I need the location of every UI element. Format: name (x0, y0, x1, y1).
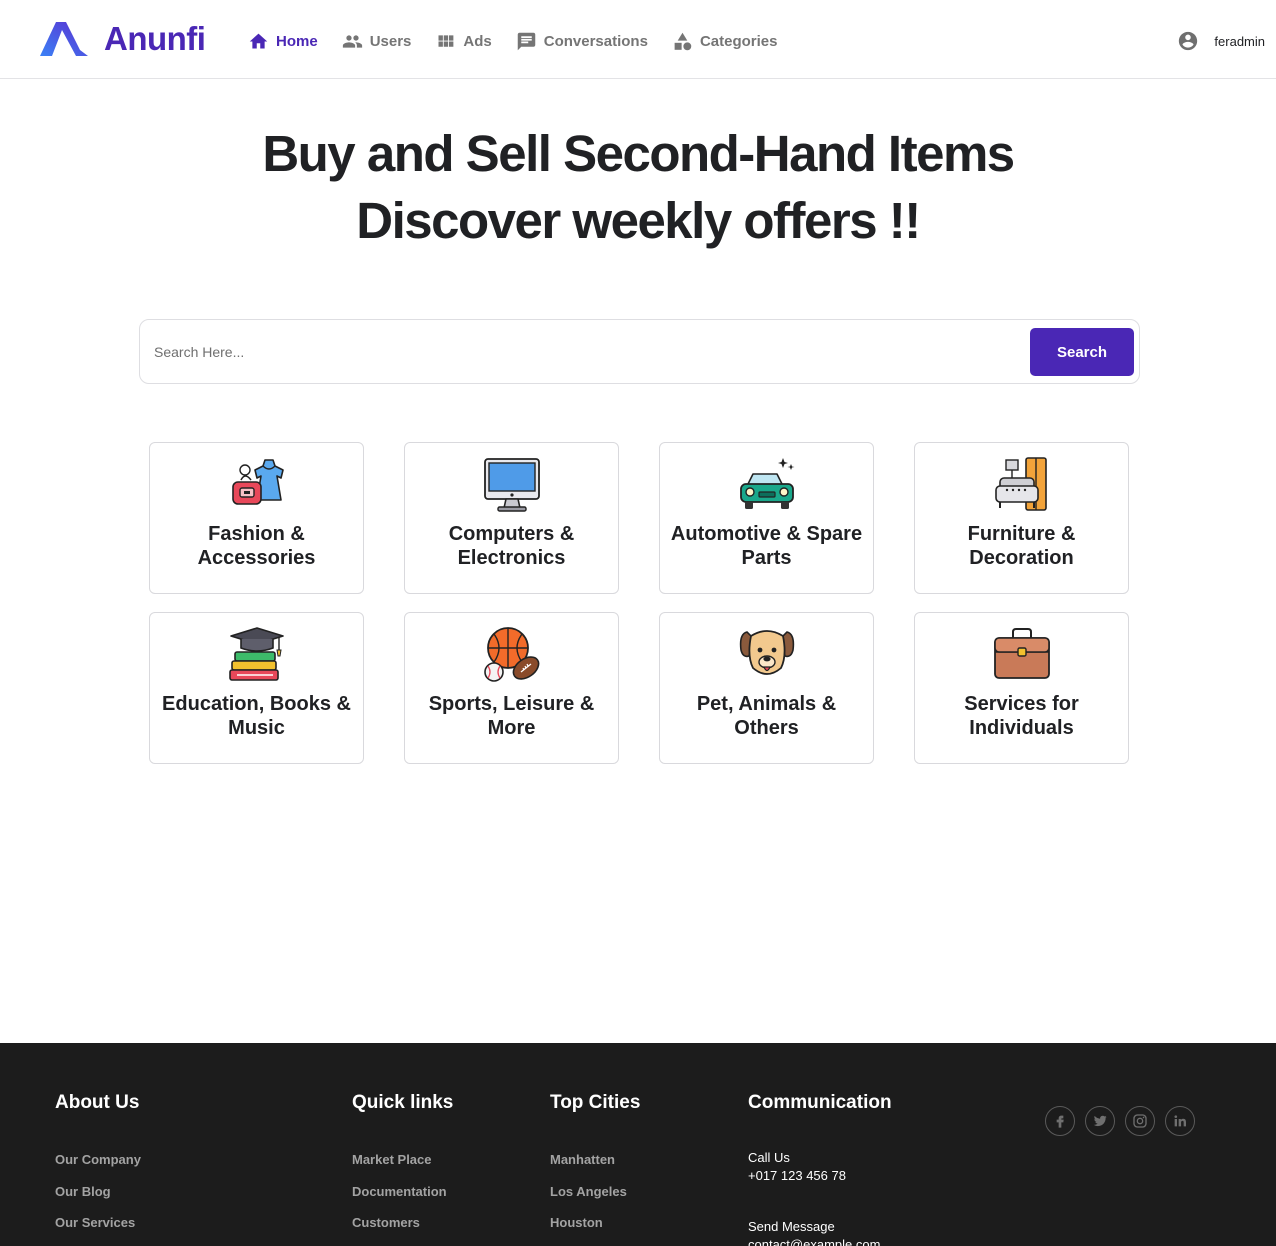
category-label: Education, Books & Music (162, 693, 351, 739)
footer-link[interactable]: Market Place (352, 1152, 453, 1167)
footer-link[interactable]: Our Services (55, 1215, 141, 1230)
call-us-label: Call Us (748, 1150, 790, 1165)
books-graduation-icon (227, 626, 287, 684)
nav-item-label: Home (276, 32, 318, 50)
category-label: Furniture & Decoration (967, 523, 1076, 569)
chat-icon (517, 32, 535, 50)
footer-quick-links: Quick links Market Place Documentation C… (352, 1093, 453, 1246)
linkedin-icon (1174, 1115, 1186, 1127)
category-card-sports[interactable]: Sports, Leisure & More (404, 612, 619, 764)
shapes-icon (674, 32, 692, 50)
category-label: Computers & Electronics (448, 523, 575, 569)
category-card-computers[interactable]: Computers & Electronics (404, 442, 619, 594)
nav-item-label: Users (369, 32, 412, 50)
twitter-icon (1093, 1115, 1107, 1127)
category-card-education[interactable]: Education, Books & Music (149, 612, 364, 764)
briefcase-icon (992, 626, 1052, 684)
category-grid: Fashion & Accessories Computers & Electr… (149, 442, 1129, 764)
nav-item-label: Categories (699, 32, 778, 50)
nav-item-label: Conversations (543, 32, 648, 50)
instagram-icon (1133, 1114, 1147, 1128)
nav-item-home[interactable]: Home (248, 31, 318, 52)
category-card-pets[interactable]: Pet, Animals & Others (659, 612, 874, 764)
instagram-link[interactable] (1125, 1106, 1155, 1136)
nav-item-categories[interactable]: Categories (672, 31, 778, 52)
nav-item-conversations[interactable]: Conversations (516, 31, 648, 52)
logo-icon (40, 22, 88, 56)
brand-name: Anunfi (104, 20, 206, 57)
hero-section: Buy and Sell Second-Hand Items Discover … (0, 120, 1276, 254)
social-links (1045, 1106, 1205, 1136)
category-label: Services for Individuals (964, 693, 1079, 739)
footer-heading: About Us (55, 1092, 140, 1113)
footer-about: About Us Our Company Our Blog Our Servic… (55, 1093, 141, 1246)
hero-title-line1: Buy and Sell Second-Hand Items (262, 125, 1015, 182)
phone-number[interactable]: +017 123 456 78 (748, 1167, 892, 1185)
facebook-link[interactable] (1045, 1106, 1075, 1136)
footer-link[interactable]: Our Blog (55, 1184, 141, 1199)
footer-heading: Top Cities (550, 1092, 641, 1113)
balls-icon (482, 626, 542, 684)
category-card-automotive[interactable]: Automotive & Spare Parts (659, 442, 874, 594)
call-us-block: Call Us +017 123 456 78 (748, 1149, 892, 1185)
search-bar: Search (139, 319, 1140, 384)
footer-top-cities: Top Cities Manhatten Los Angeles Houston (550, 1093, 640, 1246)
category-label: Fashion & Accessories (197, 523, 316, 569)
category-label: Automotive & Spare Parts (670, 523, 863, 569)
category-card-furniture[interactable]: Furniture & Decoration (914, 442, 1129, 594)
nav-item-label: Ads (463, 32, 492, 50)
footer-link[interactable]: Our Company (55, 1152, 141, 1167)
send-message-block: Send Message contact@example.com (748, 1218, 892, 1246)
category-label: Pet, Animals & Others (696, 693, 837, 739)
main-nav: Home Users Ads Conversations Categories (248, 28, 801, 54)
users-icon (342, 34, 362, 48)
car-icon (737, 456, 797, 514)
nav-item-users[interactable]: Users (342, 31, 412, 52)
nav-item-ads[interactable]: Ads (435, 31, 492, 52)
footer-link[interactable]: Manhatten (550, 1152, 640, 1167)
dog-icon (737, 626, 797, 684)
footer-heading: Communication (748, 1092, 892, 1113)
user-menu[interactable]: feradmin (1177, 30, 1265, 52)
footer-link[interactable]: Houston (550, 1215, 640, 1230)
footer: About Us Our Company Our Blog Our Servic… (0, 1043, 1276, 1246)
facebook-icon (1056, 1115, 1064, 1128)
top-navbar: Anunfi Home Users Ads Conversations Cate… (0, 0, 1276, 79)
account-circle-icon (1179, 31, 1198, 51)
home-icon (249, 33, 268, 48)
footer-heading: Quick links (352, 1092, 454, 1113)
send-message-label: Send Message (748, 1219, 835, 1234)
search-input[interactable] (154, 338, 1004, 366)
linkedin-link[interactable] (1165, 1106, 1195, 1136)
contact-email[interactable]: contact@example.com (748, 1236, 892, 1246)
footer-link[interactable]: Documentation (352, 1184, 453, 1199)
category-label: Sports, Leisure & More (428, 693, 595, 739)
brand-logo[interactable]: Anunfi (38, 20, 206, 58)
category-card-services[interactable]: Services for Individuals (914, 612, 1129, 764)
twitter-link[interactable] (1085, 1106, 1115, 1136)
footer-communication: Communication Call Us +017 123 456 78 Se… (748, 1093, 892, 1246)
monitor-icon (482, 456, 542, 514)
hero-title-line2: Discover weekly offers !! (356, 192, 921, 249)
dress-bag-icon (227, 456, 287, 514)
sofa-icon (992, 456, 1052, 514)
hero-title: Buy and Sell Second-Hand Items Discover … (0, 120, 1276, 254)
username: feradmin (1214, 33, 1265, 49)
category-card-fashion[interactable]: Fashion & Accessories (149, 442, 364, 594)
grid-icon (438, 34, 454, 47)
footer-link[interactable]: Customers (352, 1215, 453, 1230)
footer-link[interactable]: Los Angeles (550, 1184, 640, 1199)
search-button[interactable]: Search (1030, 328, 1134, 376)
